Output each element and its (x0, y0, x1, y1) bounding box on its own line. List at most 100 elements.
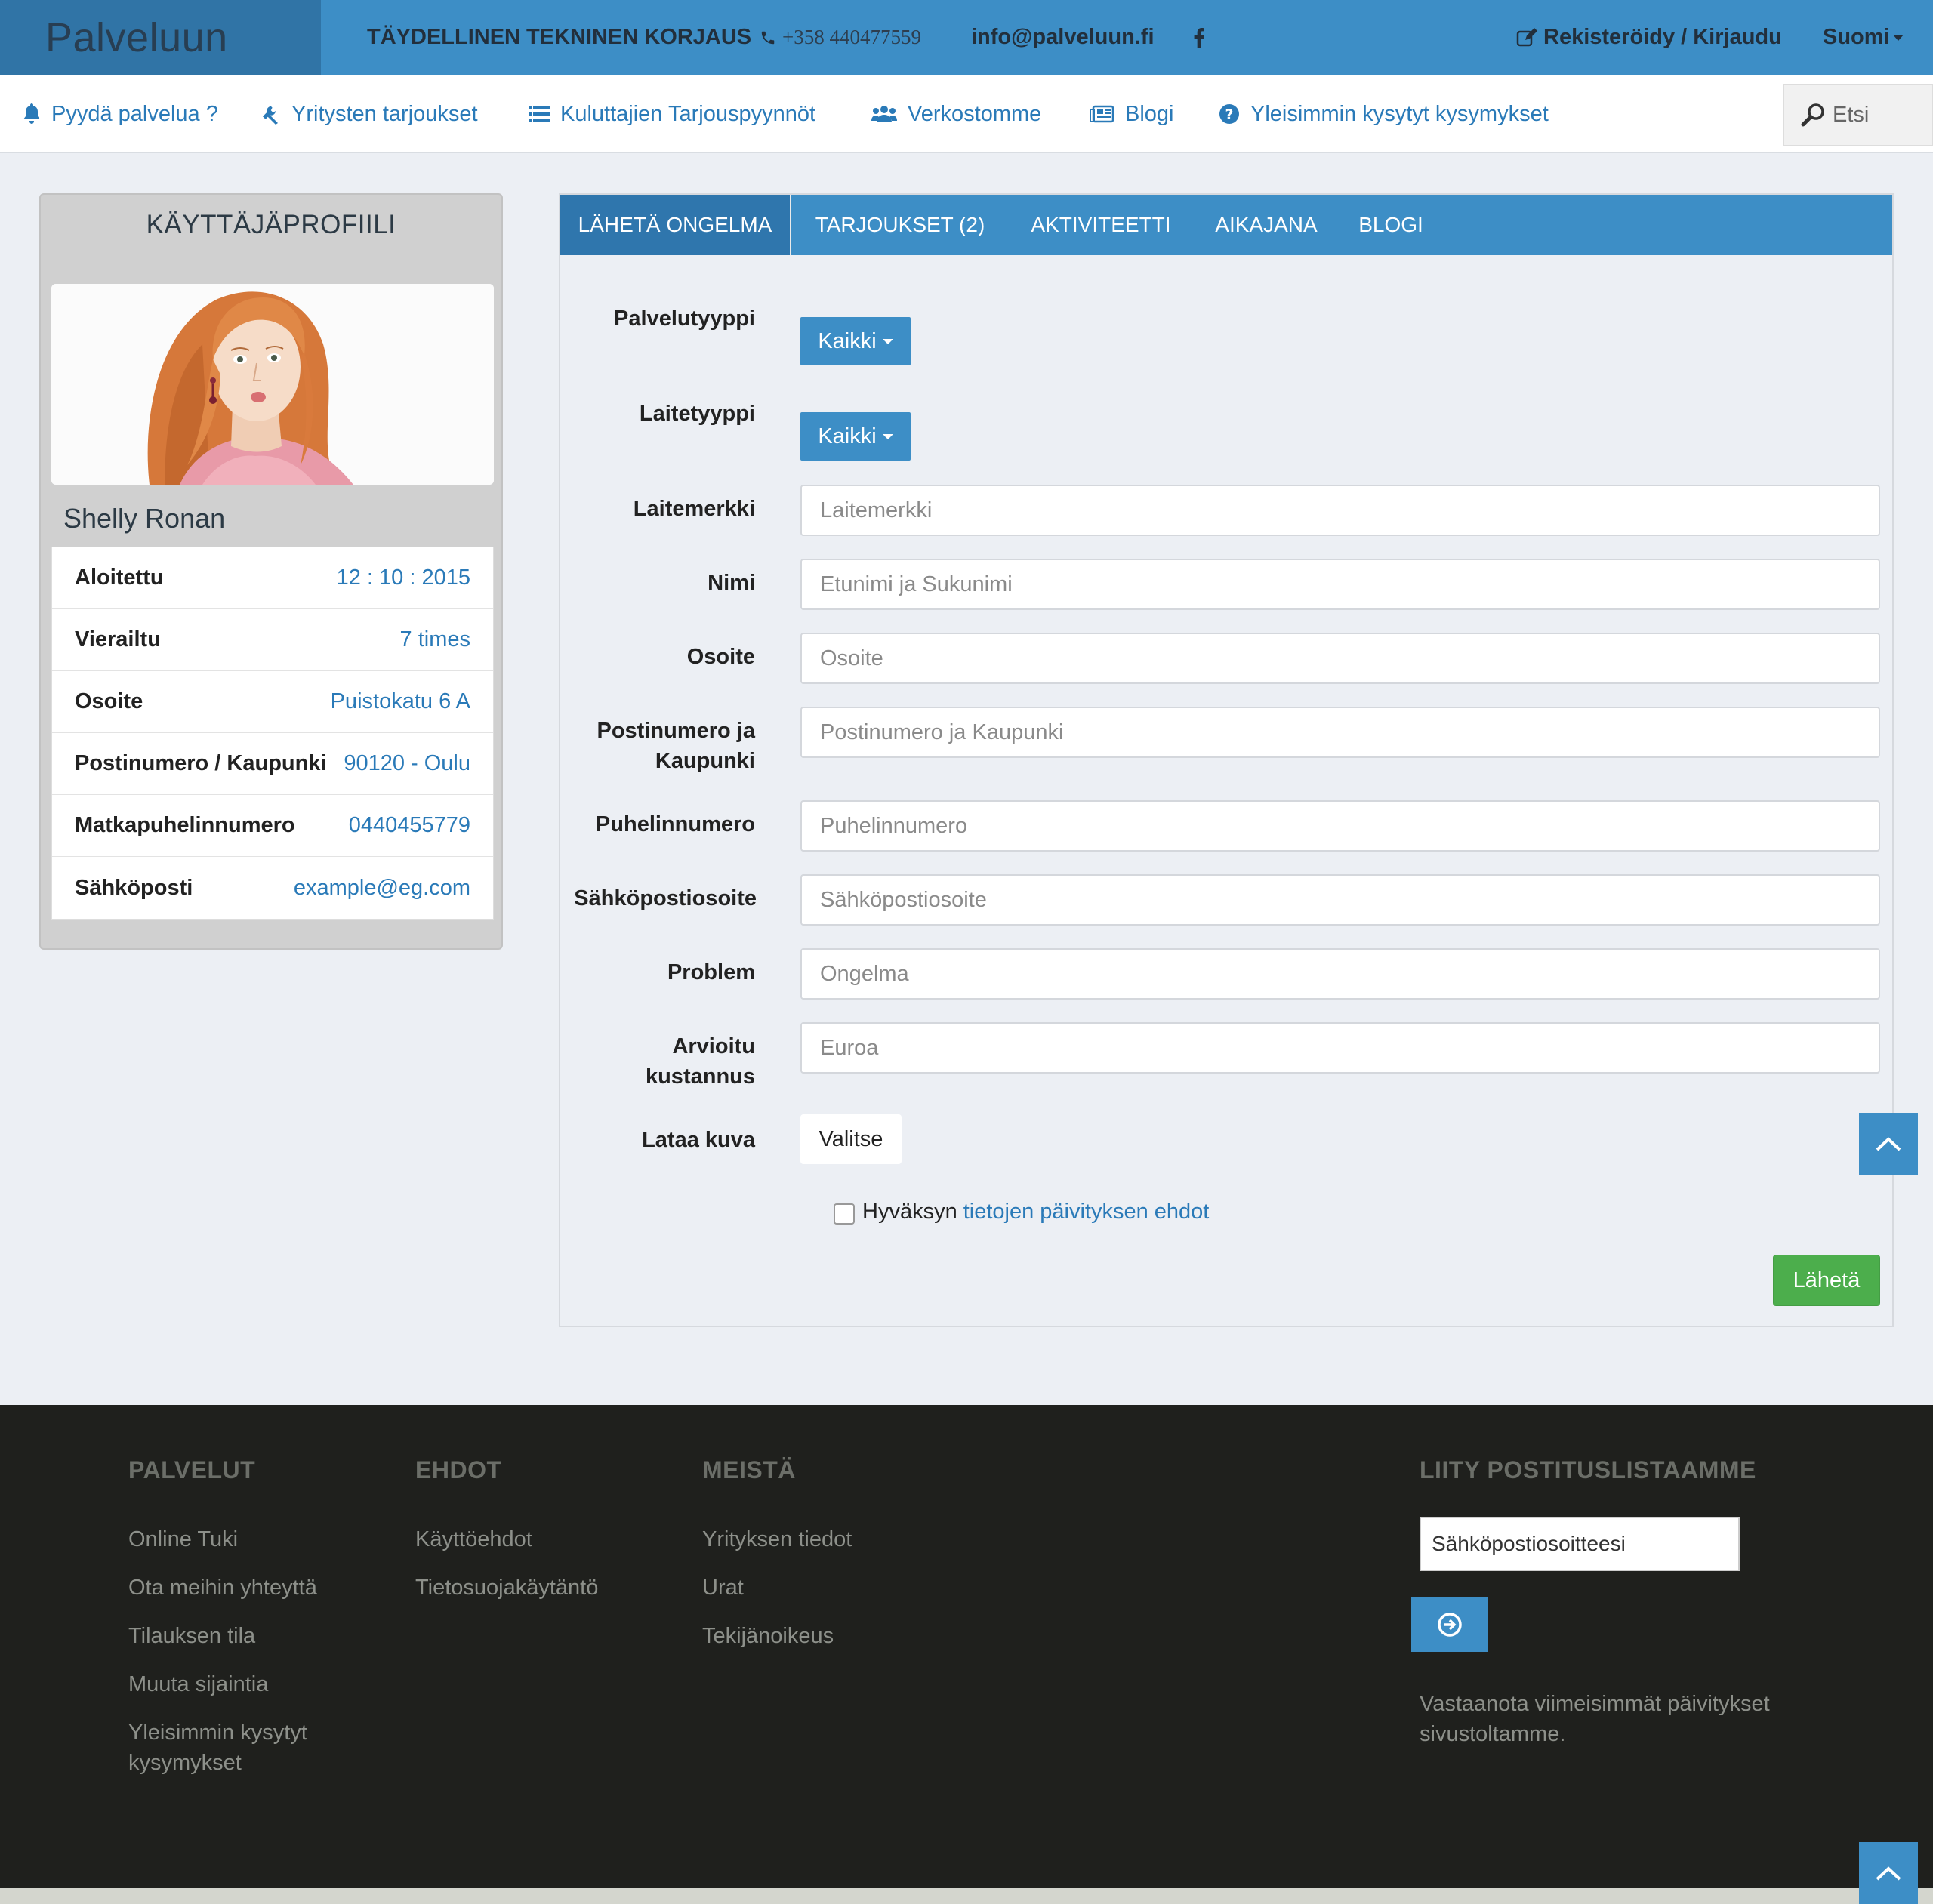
terms-link[interactable]: tietojen päivityksen ehdot (963, 1200, 1210, 1225)
service-type-value: Kaikki (818, 328, 877, 353)
address-input[interactable] (800, 633, 1880, 684)
chevron-up-icon (1876, 1866, 1901, 1881)
top-bar: Palveluun TÄYDELLINEN TEKNINEN KORJAUS +… (0, 0, 1933, 75)
address-label: Osoite (686, 645, 755, 669)
cost-input[interactable] (800, 1022, 1880, 1074)
arrow-circle-right-icon (1438, 1613, 1462, 1637)
email-link[interactable]: info@palveluun.fi (971, 0, 1155, 75)
footer-link[interactable]: Tekijänoikeus (702, 1621, 834, 1651)
cost-label: Arvioitu kustannus (513, 1031, 755, 1092)
phone-link[interactable]: +358 440477559 (760, 0, 921, 75)
tab-offers[interactable]: TARJOUKSET (2) (791, 195, 1009, 255)
language-label: Suomi (1823, 25, 1890, 49)
problem-input[interactable] (800, 948, 1880, 1000)
back-to-top-button[interactable] (1859, 1113, 1918, 1175)
footer-link[interactable]: Online Tuki (128, 1524, 238, 1554)
info-row-postal-city: Postinumero / Kaupunki 90120 - Oulu (52, 733, 493, 795)
service-type-label: Palvelutyyppi (614, 307, 755, 331)
tab-bar: LÄHETÄ ONGELMA TARJOUKSET (2) AKTIVITEET… (560, 195, 1892, 255)
upload-image-button[interactable]: Valitse (800, 1114, 902, 1164)
nav-item-faq[interactable]: ? Yleisimmin kysytyt kysymykset (1219, 75, 1549, 153)
info-value: 90120 - Oulu (344, 751, 470, 775)
tab-activity[interactable]: AKTIVITEETTI (1009, 195, 1193, 255)
info-label: Aloitettu (75, 565, 164, 590)
info-label: Vierailtu (75, 627, 161, 652)
footer-link[interactable]: Tietosuojakäytäntö (415, 1573, 598, 1603)
footer-link[interactable]: Yrityksen tiedot (702, 1524, 852, 1554)
site-logo[interactable]: Palveluun (45, 14, 228, 61)
bell-icon (23, 103, 40, 124)
question-circle-icon: ? (1219, 104, 1239, 124)
language-dropdown[interactable]: Suomi (1823, 0, 1904, 75)
submit-button[interactable]: Lähetä (1773, 1255, 1880, 1306)
info-label: Postinumero / Kaupunki (75, 751, 327, 775)
footer-link-line: kysymykset (128, 1751, 242, 1775)
footer-link[interactable]: Urat (702, 1573, 744, 1603)
name-label: Nimi (708, 571, 755, 595)
search-input[interactable] (1833, 102, 1923, 128)
back-to-top-button-footer[interactable] (1859, 1842, 1918, 1904)
user-profile-card: KÄYTTÄJÄPROFIILI Shelly Ronan Aloitettu … (39, 193, 503, 950)
footer-title-services: PALVELUT (128, 1456, 256, 1483)
info-row-mobile: Matkapuhelinnumero 0440455779 (52, 795, 493, 857)
tab-timeline[interactable]: AIKAJANA (1193, 195, 1340, 255)
postal-label-line1: Postinumero ja (597, 719, 756, 743)
brand-input[interactable] (800, 485, 1880, 536)
info-value: 12 : 10 : 2015 (336, 565, 470, 590)
avatar (51, 284, 494, 485)
info-row-started: Aloitettu 12 : 10 : 2015 (52, 547, 493, 609)
footer-link-faq[interactable]: Yleisimmin kysytyt kysymykset (128, 1718, 307, 1778)
nav-item-network[interactable]: Verkostomme (871, 75, 1041, 153)
footer-link[interactable]: Muuta sijaintia (128, 1669, 268, 1699)
search-icon (1801, 103, 1824, 127)
profile-info-list: Aloitettu 12 : 10 : 2015 Vierailtu 7 tim… (51, 547, 494, 920)
email-label: Sähköpostiosoite (574, 886, 757, 910)
newsletter-email-input[interactable] (1420, 1517, 1740, 1571)
chevron-up-icon (1876, 1137, 1901, 1151)
nav-item-request-service[interactable]: Pyydä palvelua ? (23, 75, 218, 153)
postal-label: Postinumero ja Kaupunki (513, 716, 756, 776)
footer-link[interactable]: Ota meihin yhteyttä (128, 1573, 317, 1603)
consent-text: Hyväksyn (862, 1199, 957, 1224)
phone-label: Puhelinnumero (595, 812, 755, 836)
facebook-link[interactable] (1193, 0, 1211, 75)
footer-link[interactable]: Käyttöehdot (415, 1524, 532, 1554)
email-input[interactable] (800, 874, 1880, 926)
phone-number: +358 440477559 (782, 26, 921, 48)
consent-row: Hyväksyn tietojen päivityksen ehdot (834, 1199, 1209, 1225)
caret-down-icon (882, 433, 893, 439)
nav-item-company-offers[interactable]: Yritysten tarjoukset (258, 75, 478, 153)
register-login-label: Rekisteröidy / Kirjaudu (1543, 25, 1782, 49)
phone-input[interactable] (800, 800, 1880, 852)
consent-checkbox[interactable] (834, 1203, 855, 1225)
info-value: 0440455779 (348, 813, 470, 837)
profile-name: Shelly Ronan (63, 503, 226, 534)
problem-label: Problem (667, 960, 755, 984)
facebook-icon (1194, 27, 1204, 48)
nav-label: Verkostomme (908, 101, 1042, 126)
name-input[interactable] (800, 559, 1880, 610)
tab-blog[interactable]: BLOGI (1340, 195, 1442, 255)
nav-label: Yritysten tarjoukset (291, 101, 478, 126)
nav-label: Pyydä palvelua ? (51, 101, 218, 126)
footer-link-line: Yleisimmin kysytyt (128, 1721, 307, 1745)
newsletter-submit-button[interactable] (1411, 1597, 1488, 1652)
info-label: Osoite (75, 689, 143, 713)
tab-send-problem[interactable]: LÄHETÄ ONGELMA (560, 195, 791, 255)
nav-item-blog[interactable]: Blogi (1090, 75, 1174, 153)
search-box[interactable] (1783, 84, 1933, 146)
wrench-icon (263, 106, 278, 125)
newsletter-text-line: Vastaanota viimeisimmät päivitykset (1420, 1692, 1770, 1716)
users-icon (871, 106, 897, 122)
caret-down-icon (1892, 34, 1904, 41)
footer-link[interactable]: Tilauksen tila (128, 1621, 255, 1651)
caret-down-icon (882, 338, 893, 344)
newsletter-text-line: sivustoltamme. (1420, 1722, 1566, 1746)
list-icon (529, 106, 550, 122)
service-type-dropdown[interactable]: Kaikki (800, 317, 911, 365)
nav-item-consumer-requests[interactable]: Kuluttajien Tarjouspyynnöt (529, 75, 815, 153)
logo-area[interactable]: Palveluun (0, 0, 321, 75)
register-login-link[interactable]: Rekisteröidy / Kirjaudu (1516, 0, 1782, 75)
device-type-dropdown[interactable]: Kaikki (800, 412, 911, 461)
postal-city-input[interactable] (800, 707, 1880, 758)
